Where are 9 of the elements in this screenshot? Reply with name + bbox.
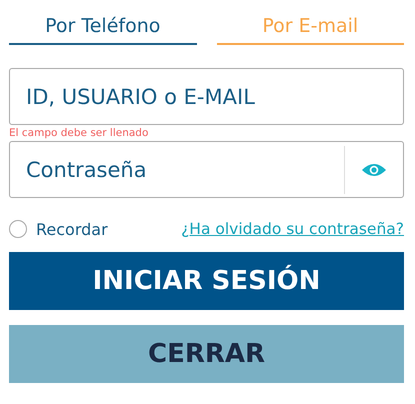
error-message: El campo debe ser llenado bbox=[9, 126, 150, 140]
remember-radio[interactable] bbox=[9, 220, 27, 238]
login-button[interactable]: INICIAR SESIÓN bbox=[9, 252, 404, 310]
id-field[interactable]: ID, USUARIO o E-MAIL bbox=[9, 68, 404, 125]
tab[interactable]: Por Teléfono bbox=[9, 12, 196, 45]
eye-icon[interactable] bbox=[361, 162, 387, 178]
close-button[interactable]: CERRAR bbox=[9, 325, 404, 383]
remember-label: Recordar bbox=[36, 220, 108, 238]
password-field[interactable]: Contraseña bbox=[9, 141, 404, 198]
